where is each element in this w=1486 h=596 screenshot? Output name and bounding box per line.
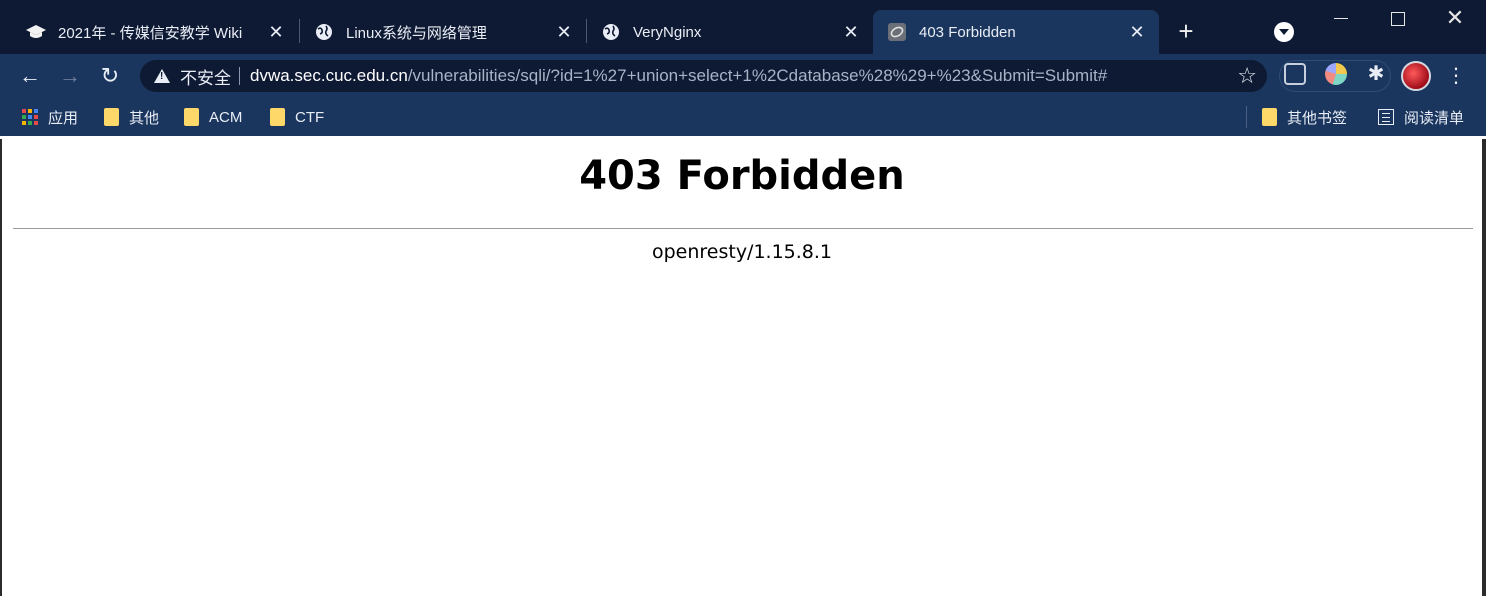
apps-grid-icon <box>22 109 38 125</box>
maximize-button[interactable] <box>1382 6 1412 32</box>
tab-wiki[interactable]: 2021年 - 传媒信安教学 Wiki ✕ <box>0 10 298 54</box>
verynginx-favicon-icon <box>887 22 907 42</box>
bookmark-folder-acm[interactable]: ACM <box>184 106 242 128</box>
bookmark-label: 应用 <box>48 109 79 127</box>
bookmark-label: 其他 <box>129 109 160 127</box>
tab-title: VeryNginx <box>633 23 702 41</box>
tab-close-icon[interactable]: ✕ <box>841 22 861 42</box>
folder-icon <box>184 108 199 126</box>
bookmarks-divider <box>1246 106 1247 128</box>
folder-icon <box>270 108 285 126</box>
url-path[interactable]: /vulnerabilities/sqli/?id=1%27+union+sel… <box>408 66 1107 86</box>
profile-avatar[interactable] <box>1401 61 1431 91</box>
tab-close-icon[interactable]: ✕ <box>554 22 574 42</box>
bookmark-folder-ctf[interactable]: CTF <box>270 106 324 128</box>
tab-linux[interactable]: Linux系统与网络管理 ✕ <box>288 10 586 54</box>
bookmark-label: 其他书签 <box>1287 109 1348 127</box>
folder-icon <box>1262 108 1277 126</box>
security-label[interactable]: 不安全 <box>180 64 231 89</box>
bookmarks-bar: 应用 其他 ACM CTF 其他书签 阅读清单 <box>0 98 1486 136</box>
bookmark-folder-other[interactable]: 其他 <box>104 106 159 128</box>
bookmark-apps[interactable]: 应用 <box>22 106 78 128</box>
tab-403-forbidden[interactable]: 403 Forbidden ✕ <box>873 10 1159 54</box>
globe-icon <box>601 22 621 42</box>
bookmark-label: CTF <box>295 108 325 126</box>
reload-button[interactable]: ↻ <box>96 62 124 90</box>
tab-title: Linux系统与网络管理 <box>346 24 487 42</box>
glasses-extension-icon[interactable] <box>1284 63 1306 85</box>
back-button[interactable]: ← <box>16 62 44 90</box>
url-divider <box>239 67 240 85</box>
more-menu-icon[interactable]: ⋮ <box>1446 64 1466 88</box>
bookmark-label: ACM <box>209 108 243 126</box>
color-extension-icon[interactable] <box>1325 63 1347 85</box>
window-close-button[interactable]: ✕ <box>1440 6 1470 32</box>
globe-icon <box>314 22 334 42</box>
tab-title: 2021年 - 传媒信安教学 Wiki <box>58 24 243 42</box>
folder-icon <box>104 108 119 126</box>
tab-verynginx[interactable]: VeryNginx ✕ <box>575 10 873 54</box>
reading-list-icon <box>1378 109 1394 125</box>
bookmark-label: 阅读清单 <box>1404 109 1465 127</box>
divider <box>13 228 1473 229</box>
other-bookmarks-folder[interactable]: 其他书签 <box>1262 106 1347 128</box>
minimize-button[interactable] <box>1326 6 1356 32</box>
tab-title: 403 Forbidden <box>919 23 1016 41</box>
page-title: 403 Forbidden <box>579 153 905 199</box>
graduation-cap-icon <box>26 22 46 42</box>
window-edge-right <box>1482 139 1486 596</box>
server-signature: openresty/1.15.8.1 <box>651 241 833 263</box>
warning-icon[interactable] <box>154 68 170 84</box>
new-tab-button[interactable]: + <box>1172 18 1200 46</box>
tab-search-icon[interactable] <box>1274 22 1294 42</box>
toolbar: ← → ↻ 不安全 dvwa.sec.cuc.edu.cn /vulnerabi… <box>0 54 1486 98</box>
tab-close-icon[interactable]: ✕ <box>1127 22 1147 42</box>
reading-list-button[interactable]: 阅读清单 <box>1378 106 1464 128</box>
url-host[interactable]: dvwa.sec.cuc.edu.cn <box>250 66 408 86</box>
tab-close-icon[interactable]: ✕ <box>266 22 286 42</box>
page-content: 403 Forbidden openresty/1.15.8.1 <box>2 139 1482 596</box>
address-bar[interactable]: 不安全 dvwa.sec.cuc.edu.cn /vulnerabilities… <box>140 60 1267 92</box>
forward-button[interactable]: → <box>56 62 84 90</box>
bookmark-star-icon[interactable]: ☆ <box>1237 64 1257 88</box>
tab-strip: 2021年 - 传媒信安教学 Wiki ✕ Linux系统与网络管理 ✕ Ver… <box>0 0 1486 54</box>
puzzle-icon[interactable]: ✱ <box>1365 63 1387 85</box>
